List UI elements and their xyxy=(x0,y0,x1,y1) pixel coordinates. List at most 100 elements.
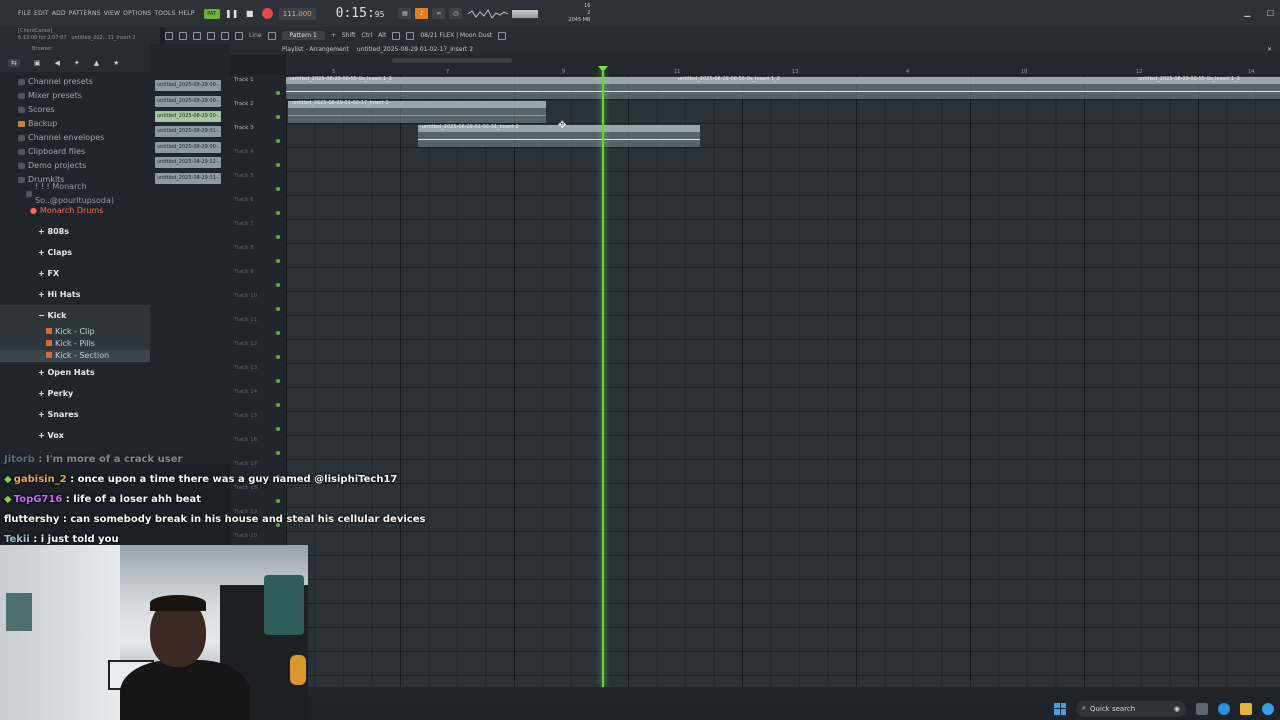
maximize-icon[interactable]: □ xyxy=(1266,8,1274,17)
track-mute-led[interactable] xyxy=(276,259,280,263)
tree-item-perky[interactable]: + Perky xyxy=(0,383,150,404)
tree-item[interactable]: Channel presets xyxy=(0,75,150,89)
audio-clip[interactable]: untitled_2025-08-29 01-02-17_Insert 2 xyxy=(288,100,546,123)
menu-help[interactable]: HELP xyxy=(179,10,198,17)
mixer-icon[interactable]: ▤ xyxy=(398,8,412,19)
track-label[interactable]: Track 11 xyxy=(234,317,257,323)
countdown-icon[interactable]: ◷ xyxy=(449,8,463,19)
cloud-icon[interactable]: ▲ xyxy=(94,59,99,67)
playlist-horizontal-scrollbar[interactable] xyxy=(392,58,512,63)
channel-item[interactable]: untitled_2025-08-29 00-... xyxy=(155,142,221,153)
track-mute-led[interactable] xyxy=(276,115,280,119)
pause-icon[interactable]: ❚❚ xyxy=(225,8,238,20)
track-mute-led[interactable] xyxy=(276,211,280,215)
settings-icon[interactable] xyxy=(498,31,507,40)
track-label[interactable]: Track 6 xyxy=(234,197,254,203)
track-mute-led[interactable] xyxy=(276,307,280,311)
menu-view[interactable]: VIEW xyxy=(104,10,123,17)
track-mute-led[interactable] xyxy=(276,91,280,95)
tree-item[interactable]: Backup xyxy=(0,117,150,131)
ctrl-key[interactable]: Ctrl xyxy=(362,32,373,39)
minimize-icon[interactable]: ▁ xyxy=(1244,8,1250,17)
track-label[interactable]: Track 2 xyxy=(234,101,254,107)
files-tab-icon[interactable]: ▣ xyxy=(34,59,41,67)
playlist-grid[interactable]: untitled_2025-08-29 00-55-0s_Insert 1_2 … xyxy=(286,75,1280,687)
channel-item[interactable]: untitled_2025-08-29 00-... xyxy=(155,96,221,107)
add-pattern-icon[interactable]: + xyxy=(331,32,336,39)
master-volume-meter[interactable] xyxy=(512,9,539,18)
metronome-icon[interactable]: ♪ xyxy=(415,8,429,19)
track-label[interactable]: Track 10 xyxy=(234,293,257,299)
taskview-icon[interactable] xyxy=(1196,702,1208,715)
track-mute-led[interactable] xyxy=(276,427,280,431)
loop-icon[interactable]: ∞ xyxy=(432,8,446,19)
snap-icon[interactable] xyxy=(165,31,173,40)
track-label[interactable]: Track 13 xyxy=(234,365,257,371)
back-icon[interactable]: ◀ xyxy=(55,59,60,67)
track-label[interactable]: Track 14 xyxy=(234,389,257,395)
pattern-selector[interactable]: Pattern 1 xyxy=(281,31,325,40)
track-label[interactable]: Track 1 xyxy=(234,77,254,83)
plugin-icon[interactable] xyxy=(221,31,229,40)
tree-item[interactable]: Mixer presets xyxy=(0,89,150,103)
tree-item-808s[interactable]: + 808s xyxy=(0,221,150,242)
menu-patterns[interactable]: PATTERNS xyxy=(69,10,104,17)
tree-item[interactable]: Scores xyxy=(0,103,150,117)
alt-key[interactable]: Alt xyxy=(378,32,386,39)
all-tab-icon[interactable]: ⇆ xyxy=(8,59,20,67)
track-label[interactable]: Track 7 xyxy=(234,221,254,227)
record-button[interactable] xyxy=(261,8,273,19)
arrow-right-icon[interactable] xyxy=(267,31,276,40)
tree-item-snares[interactable]: + Snares xyxy=(0,404,150,425)
tree-item-pack[interactable]: ! ! ! Monarch So..@pouritupsoda) xyxy=(0,182,150,205)
channel-item[interactable]: untitled_2025-08-29 02-... xyxy=(155,157,221,168)
track-label[interactable]: Track 8 xyxy=(234,245,254,251)
track-mute-led[interactable] xyxy=(276,235,280,239)
tree-item-open-hats[interactable]: + Open Hats xyxy=(0,362,150,383)
track-mute-led[interactable] xyxy=(276,139,280,143)
track-label[interactable]: Track 15 xyxy=(234,413,257,419)
track-mute-led[interactable] xyxy=(276,355,280,359)
shift-key[interactable]: Shift xyxy=(342,32,356,39)
track-label[interactable]: Track 16 xyxy=(234,437,257,443)
channel-rack-icon[interactable] xyxy=(193,31,201,40)
keyboard-icon[interactable] xyxy=(406,31,415,40)
menu-edit[interactable]: EDIT xyxy=(34,10,52,17)
favorites-icon[interactable]: ★ xyxy=(113,59,119,67)
menu-file[interactable]: FILE xyxy=(18,10,34,17)
edge-browser-icon[interactable] xyxy=(1218,702,1230,715)
pattern-song-toggle[interactable]: PAT xyxy=(203,8,220,19)
news-ticker[interactable]: 08/21 FLEX | Moon Dust xyxy=(420,32,492,39)
plugin-db-icon[interactable]: ✦ xyxy=(74,59,80,67)
track-mute-led[interactable] xyxy=(276,331,280,335)
channel-item[interactable]: untitled_2025-08-29 01-... xyxy=(155,126,221,137)
menu-add[interactable]: ADD xyxy=(52,10,69,17)
tree-item-vox[interactable]: + Vox xyxy=(0,425,150,446)
tree-item-kick[interactable]: − Kick xyxy=(0,305,150,326)
track-mute-led[interactable] xyxy=(276,283,280,287)
track-label[interactable]: Track 9 xyxy=(234,269,254,275)
windows-start-icon[interactable] xyxy=(1054,702,1066,715)
audio-clip[interactable]: untitled_2025-08-29 00-55-0s_Insert 1_2 … xyxy=(286,76,1280,99)
online-icon[interactable] xyxy=(392,31,401,40)
tree-item-fx[interactable]: + FX xyxy=(0,263,150,284)
channel-item[interactable]: untitled_2025-08-29 01-... xyxy=(155,173,221,184)
track-label[interactable]: Track 3 xyxy=(234,125,254,131)
track-mute-led[interactable] xyxy=(276,379,280,383)
tree-item-hi-hats[interactable]: + Hi Hats xyxy=(0,284,150,305)
playlist-bottom-scroll[interactable] xyxy=(308,687,1280,697)
file-explorer-icon[interactable] xyxy=(1240,702,1252,715)
track-label[interactable]: Track 12 xyxy=(234,341,257,347)
tempo-display[interactable]: 111.000 xyxy=(278,7,316,20)
tree-item-kick-clip[interactable]: Kick - Clip xyxy=(0,326,150,338)
track-mute-led[interactable] xyxy=(276,403,280,407)
taskbar-search[interactable]: ⌕ Quick search ◉ xyxy=(1076,700,1186,717)
tree-item-claps[interactable]: + Claps xyxy=(0,242,150,263)
track-mute-led[interactable] xyxy=(276,163,280,167)
snap-mode-label[interactable]: Line xyxy=(249,32,262,39)
track-label[interactable]: Track 4 xyxy=(234,149,254,155)
track-mute-led[interactable] xyxy=(276,187,280,191)
piano-icon[interactable] xyxy=(179,31,187,40)
tree-item[interactable]: Demo projects xyxy=(0,159,150,173)
channel-item[interactable]: untitled_2025-08-29 00-... xyxy=(155,111,221,122)
